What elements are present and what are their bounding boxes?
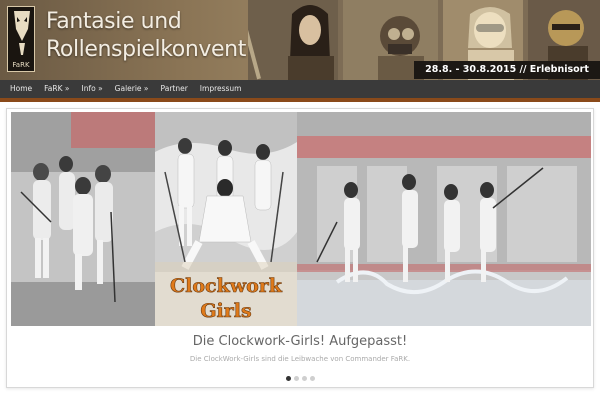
nav-item-partner[interactable]: Partner	[155, 80, 194, 98]
slider-dot-4[interactable]	[309, 376, 315, 381]
slider-dot-2[interactable]	[293, 376, 299, 381]
slide-photo-left	[11, 112, 155, 326]
mask-logo-icon	[14, 11, 30, 55]
image-slider: Clockwork Girls Die Clockwork-Girls! Auf…	[6, 108, 594, 388]
nav-item-fark[interactable]: FaRK »	[38, 80, 75, 98]
site-title-line1: Fantasie und	[46, 9, 182, 34]
poster-title-line1: Clockwork	[170, 275, 283, 297]
slide-image[interactable]: Clockwork Girls	[11, 112, 591, 326]
nav-item-impressum[interactable]: Impressum	[194, 80, 248, 98]
slider-dot-3[interactable]	[301, 376, 307, 381]
slider-dot-1[interactable]	[285, 376, 291, 381]
fark-logo[interactable]: FaRK	[7, 6, 35, 72]
site-title-line2: Rollenspielkonvent	[46, 37, 246, 62]
slide-photo-right	[297, 112, 591, 326]
slide-caption-title: Die Clockwork-Girls! Aufgepasst!	[192, 334, 408, 349]
site-title: Fantasie und Rollenspielkonvent	[46, 8, 246, 64]
slider-pagination	[7, 376, 593, 381]
nav-item-info[interactable]: Info »	[75, 80, 108, 98]
main-navigation: Home FaRK » Info » Galerie » Partner Imp…	[0, 80, 600, 102]
nav-item-home[interactable]: Home	[4, 80, 38, 98]
slide-caption-subtitle: Die ClockWork-Girls sind die Leibwache v…	[189, 355, 411, 363]
event-date-banner: 28.8. - 30.8.2015 // Erlebnisort Reden	[414, 61, 600, 79]
slide-poster: Clockwork Girls	[155, 112, 297, 326]
site-header: FaRK Fantasie und Rollenspielkonvent 28.…	[0, 0, 600, 80]
nav-item-galerie[interactable]: Galerie »	[109, 80, 155, 98]
logo-label: FaRK	[12, 61, 30, 69]
poster-title-line2: Girls	[200, 300, 251, 322]
